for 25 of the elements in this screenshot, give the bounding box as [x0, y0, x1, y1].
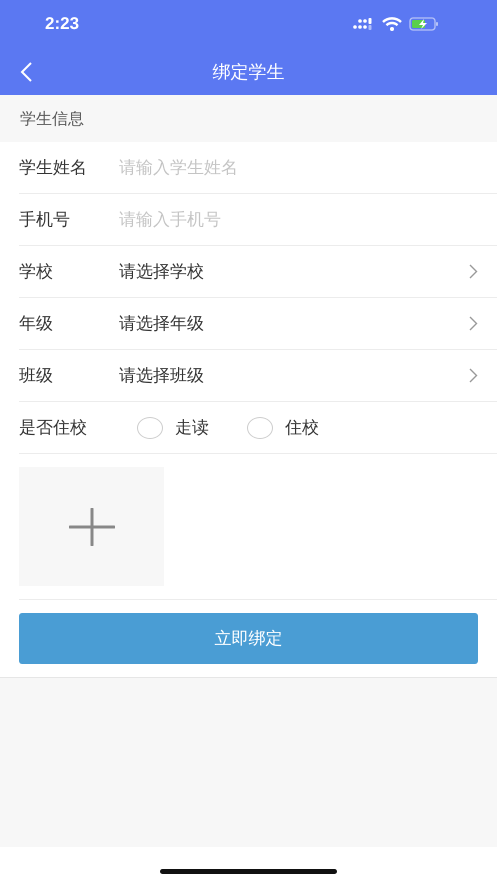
chevron-icon	[469, 264, 478, 279]
radio-button[interactable]	[137, 416, 163, 438]
page-title: 绑定学生	[212, 60, 284, 84]
radio-button[interactable]	[247, 416, 273, 438]
upload-button[interactable]	[19, 467, 164, 586]
input-field[interactable]: 请输入手机号	[119, 210, 497, 230]
field-label: 学生姓名	[19, 157, 88, 179]
input-field[interactable]: 请输入学生姓名	[119, 158, 497, 178]
radio-label: 走读	[175, 417, 209, 439]
select-field[interactable]: 请选择学校	[119, 260, 469, 283]
status-time: 2:23	[45, 14, 80, 34]
back-icon[interactable]	[19, 61, 33, 83]
field-label: 学校	[19, 261, 54, 283]
plus-icon	[68, 508, 114, 546]
field-label: 是否住校	[19, 417, 88, 439]
wifi-icon	[382, 17, 402, 31]
radio-label: 住校	[285, 417, 319, 439]
select-field[interactable]: 请选择年级	[119, 312, 469, 335]
field-label: 年级	[19, 313, 54, 335]
field-label: 手机号	[19, 209, 71, 231]
select-field[interactable]: 请选择班级	[119, 364, 469, 387]
field-label: 班级	[19, 365, 54, 387]
battery-icon	[409, 17, 439, 31]
chevron-icon	[469, 368, 478, 383]
chevron-icon	[469, 316, 478, 331]
